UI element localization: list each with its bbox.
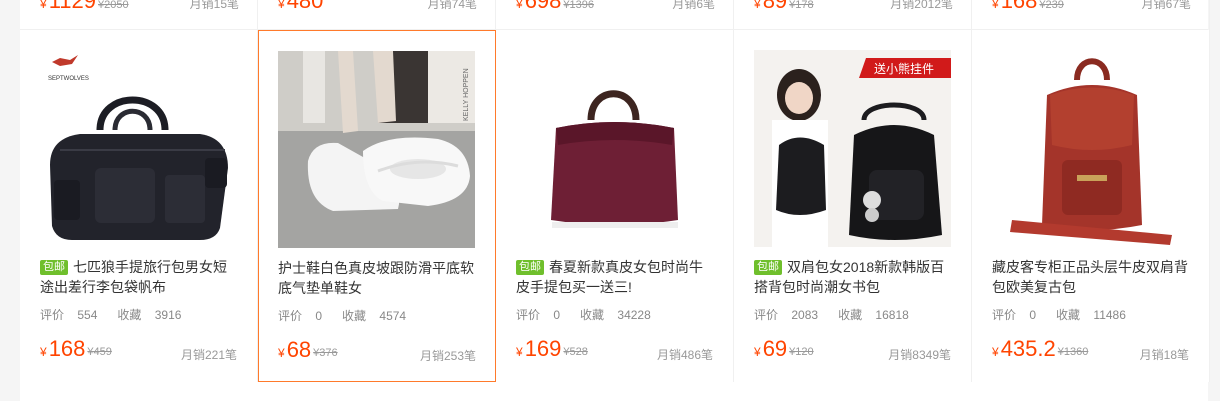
review-count: 评价 554 — [40, 308, 98, 322]
product-image[interactable]: 送小熊挂件 — [754, 50, 951, 247]
product-stats: 评价 554 收藏 3916 — [40, 306, 201, 323]
product-stats: 评价 0 收藏 4574 — [278, 307, 426, 324]
price: ¥69 ¥120 — [754, 336, 814, 361]
monthly-sales: 月销2012笔 — [890, 0, 953, 11]
product-title[interactable]: 包邮 双肩包女2018新款韩版百搭背包时尚潮女书包 — [754, 257, 954, 297]
review-count: 评价 0 — [278, 309, 323, 323]
price: ¥435.2 ¥1360 — [992, 336, 1089, 361]
product-title[interactable]: 包邮 七匹狼手提旅行包男女短途出差行李包袋帆布 — [40, 257, 240, 297]
favorite-count: 收藏 4574 — [342, 309, 407, 323]
product-title[interactable]: 护士鞋白色真皮坡跟防滑平底软底气垫单鞋女 — [278, 258, 478, 298]
favorite-count: 收藏 11486 — [1056, 308, 1126, 322]
favorite-count: 收藏 3916 — [117, 308, 182, 322]
price: ¥169 ¥528 — [516, 336, 588, 361]
monthly-sales: 月销253笔 — [419, 349, 476, 363]
free-shipping-badge: 包邮 — [754, 260, 782, 275]
product-card[interactable]: 包邮 春夏新款真皮女包时尚牛皮手提包买一送三! 评价 0 收藏 34228 ¥169… — [496, 30, 734, 382]
product-card[interactable]: SEPTWOLVES 包邮 七匹狼手提旅行包男女短途出差行李包袋帆布 评价 554… — [20, 30, 258, 382]
price: ¥168 ¥239 — [992, 0, 1064, 13]
prev-product-card[interactable]: ¥1129 ¥2050 月销15笔 — [20, 0, 258, 30]
price: ¥68 ¥376 — [278, 337, 338, 362]
favorite-count: 收藏 16818 — [838, 308, 909, 322]
price: ¥698 ¥1396 — [516, 0, 594, 13]
free-shipping-badge: 包邮 — [40, 260, 68, 275]
monthly-sales: 月销18笔 — [1139, 348, 1189, 362]
monthly-sales: 月销6笔 — [672, 0, 715, 11]
monthly-sales: 月销15笔 — [189, 0, 239, 11]
monthly-sales: 月销67笔 — [1141, 0, 1191, 11]
product-card[interactable]: 送小熊挂件 包邮 双肩包女2018新款韩版百搭背包时尚潮女书包 评价 2083 收藏… — [734, 30, 972, 382]
monthly-sales: 月销74笔 — [427, 0, 477, 11]
review-count: 评价 2083 — [754, 308, 819, 322]
product-image[interactable]: SEPTWOLVES — [40, 50, 237, 247]
promo-banner: 送小熊挂件 — [859, 58, 951, 78]
product-stats: 评价 0 收藏 34228 — [516, 306, 671, 323]
favorite-count: 收藏 34228 — [580, 308, 651, 322]
svg-text:KELLY HOPPEN: KELLY HOPPEN — [463, 68, 470, 121]
price: ¥480 — [278, 0, 324, 13]
product-image[interactable]: KELLY HOPPEN — [278, 51, 475, 248]
product-card[interactable]: 藏皮客专柜正品头层牛皮双肩背包欧美复古包 评价 0 收藏 11486 ¥435.2… — [972, 30, 1210, 382]
prev-product-card[interactable]: ¥698 ¥1396 月销6笔 — [496, 0, 734, 30]
product-card[interactable]: KELLY HOPPEN 护士鞋白色真皮坡跟防滑平底软底气垫单鞋女 评价 0 收藏… — [258, 30, 496, 382]
monthly-sales: 月销8349笔 — [888, 348, 951, 362]
prev-product-card[interactable]: ¥480 月销74笔 — [258, 0, 496, 30]
review-count: 评价 0 — [516, 308, 561, 322]
review-count: 评价 0 — [992, 308, 1037, 322]
product-title[interactable]: 包邮 春夏新款真皮女包时尚牛皮手提包买一送三! — [516, 257, 716, 297]
previous-row: ¥1129 ¥2050 月销15笔 ¥480 月销74笔 ¥698 ¥1396 月销… — [20, 0, 1210, 30]
product-title[interactable]: 藏皮客专柜正品头层牛皮双肩背包欧美复古包 — [992, 257, 1192, 297]
prev-product-card[interactable]: ¥168 ¥239 月销67笔 — [972, 0, 1210, 30]
price: ¥1129 ¥2050 — [40, 0, 129, 13]
prev-product-card[interactable]: ¥89 ¥178 月销2012笔 — [734, 0, 972, 30]
svg-text:送小熊挂件: 送小熊挂件 — [874, 61, 934, 76]
svg-text:SEPTWOLVES: SEPTWOLVES — [48, 76, 89, 82]
product-image[interactable] — [992, 50, 1189, 247]
product-stats: 评价 2083 收藏 16818 — [754, 306, 929, 323]
free-shipping-badge: 包邮 — [516, 260, 544, 275]
price: ¥89 ¥178 — [754, 0, 814, 13]
product-stats: 评价 0 收藏 11486 — [992, 306, 1146, 323]
price: ¥168 ¥459 — [40, 336, 112, 361]
monthly-sales: 月销221笔 — [180, 348, 237, 362]
product-grid: ¥1129 ¥2050 月销15笔 ¥480 月销74笔 ¥698 ¥1396 月销… — [20, 0, 1210, 401]
monthly-sales: 月销486笔 — [656, 348, 713, 362]
product-image[interactable] — [516, 50, 713, 247]
